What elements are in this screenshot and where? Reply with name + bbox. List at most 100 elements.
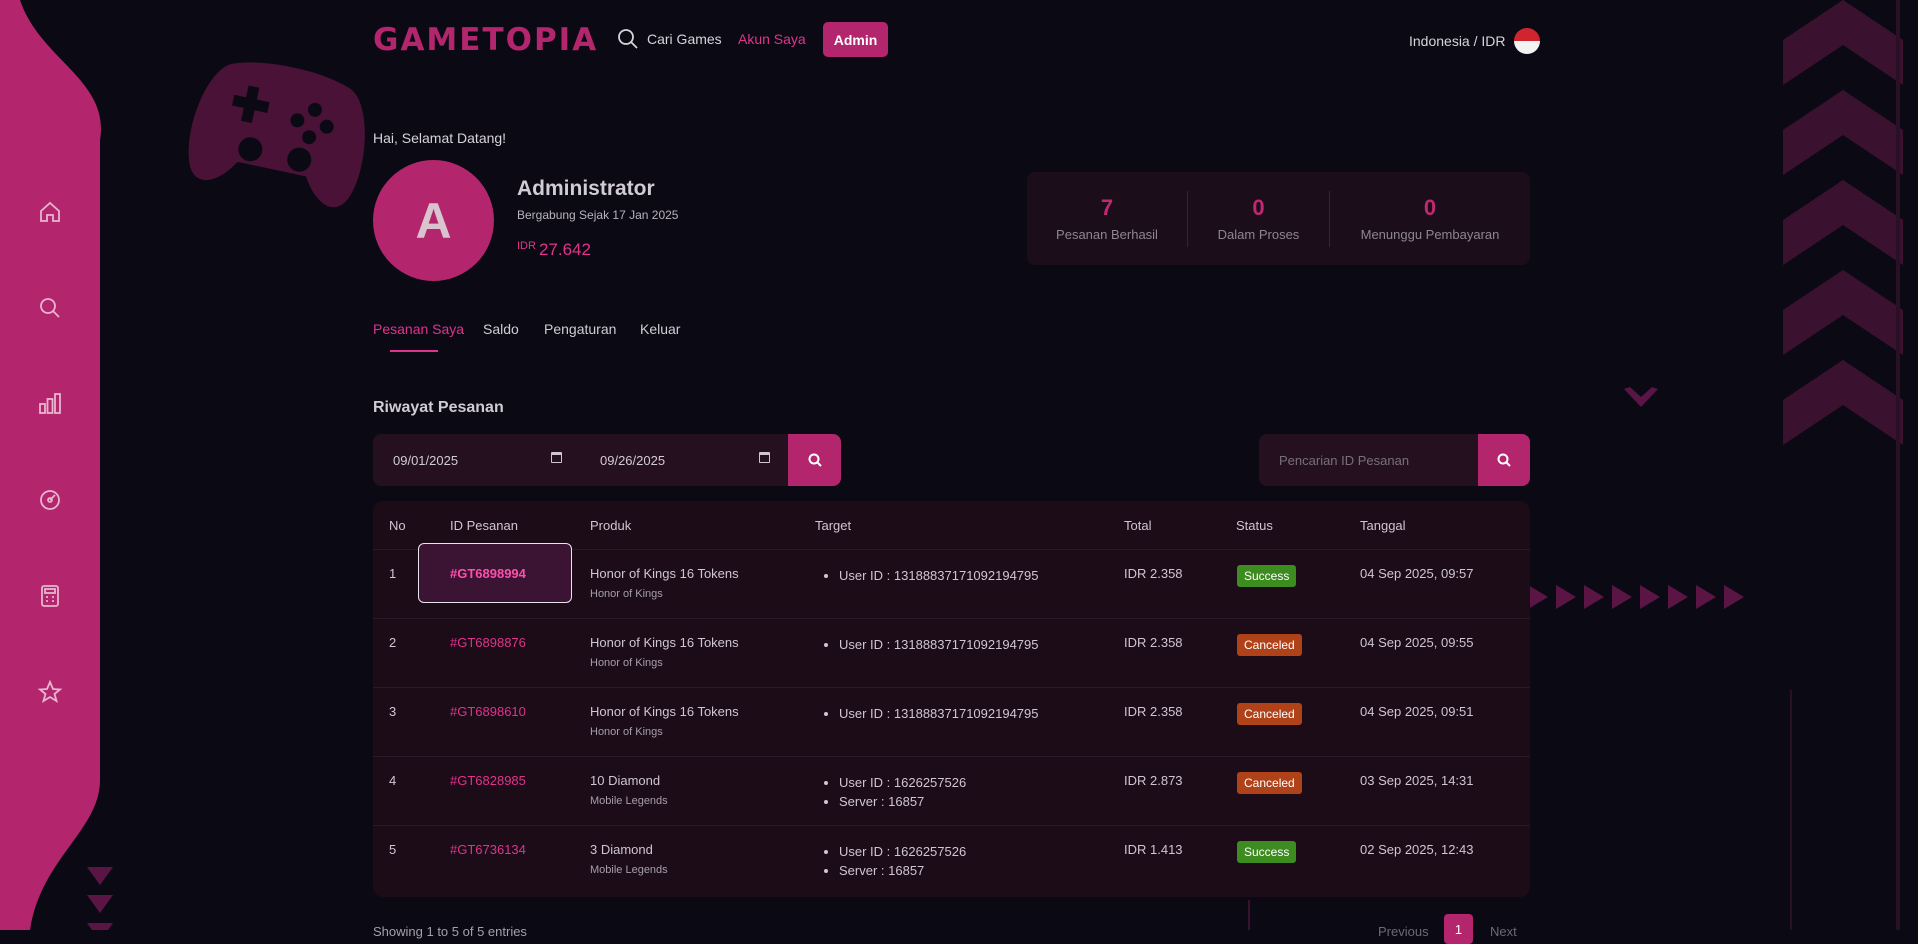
product-cell: 10 Diamond Mobile Legends bbox=[590, 773, 668, 807]
balance-currency: IDR bbox=[517, 240, 536, 252]
stat-label: Pesanan Berhasil bbox=[1056, 227, 1158, 242]
admin-button[interactable]: Admin bbox=[823, 22, 888, 57]
locale-selector[interactable]: Indonesia / IDR bbox=[1409, 28, 1540, 54]
table-row: 5 #GT6736134 3 Diamond Mobile Legends Us… bbox=[373, 825, 1530, 895]
search-icon[interactable] bbox=[36, 294, 64, 322]
chevron-pattern-decoration bbox=[1783, 0, 1903, 930]
product-name: 10 Diamond bbox=[590, 773, 661, 788]
star-icon[interactable] bbox=[36, 678, 64, 706]
order-id-search-button[interactable] bbox=[1478, 434, 1530, 486]
active-tab-indicator bbox=[390, 350, 438, 352]
avatar: A bbox=[373, 160, 494, 281]
balance: IDR 27.642 bbox=[517, 240, 591, 260]
next-page-button[interactable]: Next bbox=[1490, 924, 1517, 939]
product-cell: Honor of Kings 16 Tokens Honor of Kings bbox=[590, 635, 739, 669]
calendar-icon[interactable] bbox=[759, 452, 770, 463]
calendar-icon[interactable] bbox=[551, 452, 562, 463]
product-cell: Honor of Kings 16 Tokens Honor of Kings bbox=[590, 704, 739, 738]
tab-balance[interactable]: Saldo bbox=[483, 321, 519, 337]
gamepad-decoration-icon bbox=[188, 62, 365, 208]
order-total: IDR 2.358 bbox=[1124, 566, 1183, 581]
product-game: Honor of Kings bbox=[590, 657, 663, 669]
order-date: 02 Sep 2025, 12:43 bbox=[1360, 842, 1474, 857]
order-id-link[interactable]: #GT6898876 bbox=[450, 635, 526, 650]
entries-info: Showing 1 to 5 of 5 entries bbox=[373, 924, 527, 939]
product-name: Honor of Kings 16 Tokens bbox=[590, 635, 739, 650]
order-id-link[interactable]: #GT6898994 bbox=[450, 566, 526, 581]
dashboard-icon[interactable] bbox=[36, 486, 64, 514]
product-game: Honor of Kings bbox=[590, 588, 663, 600]
order-stats-card: 7 Pesanan Berhasil 0 Dalam Proses 0 Menu… bbox=[1027, 172, 1530, 265]
status-badge: Success bbox=[1237, 565, 1297, 587]
search-icon bbox=[618, 29, 638, 49]
column-header-date: Tanggal bbox=[1360, 518, 1406, 533]
my-account-link[interactable]: Akun Saya bbox=[738, 31, 806, 47]
status-badge: Success bbox=[1237, 841, 1297, 863]
balance-amount: 27.642 bbox=[538, 240, 591, 259]
search-icon bbox=[1497, 453, 1511, 467]
status-badge: Canceled bbox=[1237, 634, 1302, 656]
divider-decoration bbox=[1248, 900, 1250, 930]
search-games-link[interactable]: Cari Games bbox=[617, 28, 722, 50]
stat-awaiting-payment: 0 Menunggu Pembayaran bbox=[1330, 195, 1530, 242]
row-number: 2 bbox=[389, 635, 397, 650]
locale-label: Indonesia / IDR bbox=[1409, 33, 1506, 49]
product-game: Honor of Kings bbox=[590, 726, 663, 738]
row-number: 5 bbox=[389, 842, 397, 857]
order-history-table: No ID Pesanan Produk Target Total Status… bbox=[373, 501, 1530, 897]
date-from-input[interactable]: 09/01/2025 bbox=[373, 434, 580, 486]
product-name: Honor of Kings 16 Tokens bbox=[590, 704, 739, 719]
site-logo[interactable]: GAMETOPIA bbox=[373, 22, 598, 58]
tab-my-orders[interactable]: Pesanan Saya bbox=[373, 321, 464, 337]
product-game: Mobile Legends bbox=[590, 864, 668, 876]
table-row: 4 #GT6828985 10 Diamond Mobile Legends U… bbox=[373, 756, 1530, 826]
stat-successful-orders: 7 Pesanan Berhasil bbox=[1027, 195, 1187, 242]
column-header-order-id: ID Pesanan bbox=[450, 518, 518, 533]
table-row: 2 #GT6898876 Honor of Kings 16 Tokens Ho… bbox=[373, 618, 1530, 688]
order-id-link[interactable]: #GT6898610 bbox=[450, 704, 526, 719]
status-badge: Canceled bbox=[1237, 703, 1302, 725]
stat-label: Menunggu Pembayaran bbox=[1360, 227, 1500, 242]
target-list: User ID : 13188837171092194795 bbox=[815, 566, 1039, 585]
page-1-button[interactable]: 1 bbox=[1444, 914, 1473, 944]
row-number: 3 bbox=[389, 704, 397, 719]
tab-logout[interactable]: Keluar bbox=[640, 321, 680, 337]
target-server: Server : 16857 bbox=[839, 792, 966, 811]
order-date: 04 Sep 2025, 09:55 bbox=[1360, 635, 1474, 650]
target-user-id: User ID : 13188837171092194795 bbox=[839, 566, 1039, 585]
column-header-target: Target bbox=[815, 518, 852, 533]
join-date: Bergabung Sejak 17 Jan 2025 bbox=[517, 208, 679, 222]
order-total: IDR 2.358 bbox=[1124, 635, 1183, 650]
target-list: User ID : 1626257526 Server : 16857 bbox=[815, 842, 966, 880]
target-list: User ID : 13188837171092194795 bbox=[815, 704, 1039, 723]
home-icon[interactable] bbox=[36, 198, 64, 226]
table-row: 3 #GT6898610 Honor of Kings 16 Tokens Ho… bbox=[373, 687, 1530, 757]
heart-decoration-icon bbox=[1624, 387, 1658, 407]
order-id-search-input[interactable] bbox=[1259, 434, 1478, 486]
column-header-product: Produk bbox=[590, 518, 632, 533]
product-game: Mobile Legends bbox=[590, 795, 668, 807]
product-cell: 3 Diamond Mobile Legends bbox=[590, 842, 668, 876]
arrows-decoration bbox=[1528, 585, 1744, 609]
chart-icon[interactable] bbox=[36, 390, 64, 418]
target-user-id: User ID : 1626257526 bbox=[839, 842, 966, 861]
product-name: 3 Diamond bbox=[590, 842, 653, 857]
product-name: Honor of Kings 16 Tokens bbox=[590, 566, 739, 581]
stat-label: Dalam Proses bbox=[1217, 227, 1300, 242]
target-server: Server : 16857 bbox=[839, 861, 966, 880]
sidebar-background bbox=[0, 0, 101, 930]
date-to-value: 09/26/2025 bbox=[600, 452, 666, 468]
date-from-value: 09/01/2025 bbox=[393, 452, 459, 468]
stat-value: 0 bbox=[1252, 195, 1265, 220]
stat-in-process: 0 Dalam Proses bbox=[1188, 195, 1329, 242]
order-date: 04 Sep 2025, 09:51 bbox=[1360, 704, 1474, 719]
calculator-icon[interactable] bbox=[36, 582, 64, 610]
date-to-input[interactable]: 09/26/2025 bbox=[580, 434, 788, 486]
order-id-link[interactable]: #GT6828985 bbox=[450, 773, 526, 788]
product-cell: Honor of Kings 16 Tokens Honor of Kings bbox=[590, 566, 739, 600]
order-id-link[interactable]: #GT6736134 bbox=[450, 842, 526, 857]
previous-page-button[interactable]: Previous bbox=[1378, 924, 1429, 939]
date-filter-search-button[interactable] bbox=[788, 434, 841, 486]
greeting-text: Hai, Selamat Datang! bbox=[373, 130, 507, 146]
tab-settings[interactable]: Pengaturan bbox=[544, 321, 616, 337]
